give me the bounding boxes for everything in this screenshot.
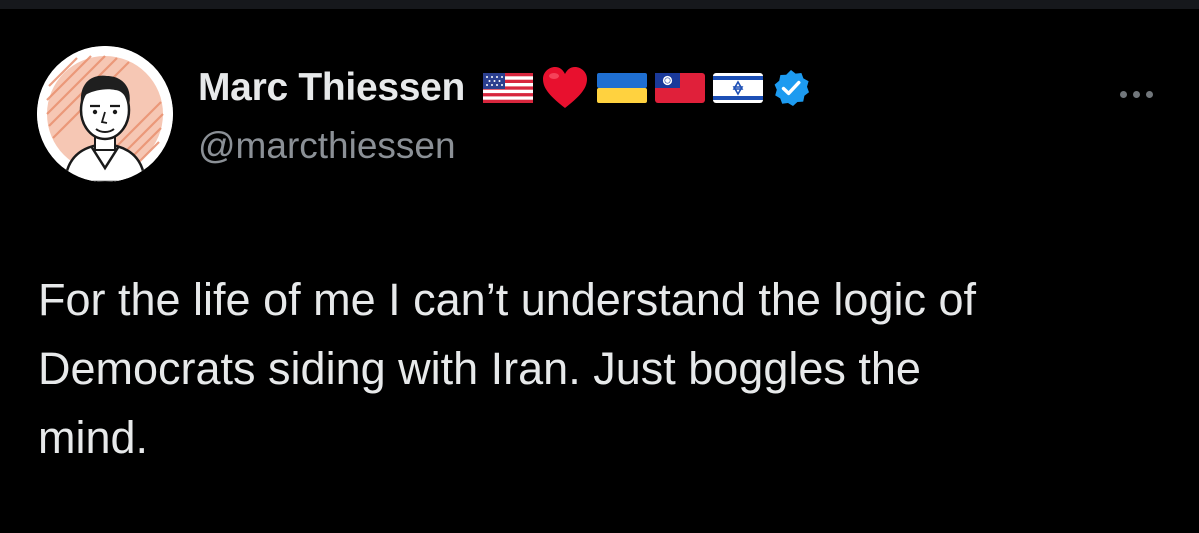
israel-flag-icon [713, 73, 764, 103]
more-dot-icon [1119, 90, 1127, 98]
us-flag-icon [483, 73, 534, 103]
author-name-row: Marc Thiessen [198, 65, 811, 111]
avatar[interactable] [37, 46, 173, 182]
ukraine-flag-icon [597, 73, 648, 103]
more-dot-icon [1145, 90, 1153, 98]
tweet-text: For the life of me I can’t understand th… [38, 274, 977, 463]
author-display-name[interactable]: Marc Thiessen [198, 66, 465, 110]
more-dot-icon [1132, 90, 1140, 98]
author-handle[interactable]: @marcthiessen [198, 125, 456, 167]
verified-badge-icon[interactable] [771, 68, 811, 108]
tweet: Marc Thiessen @marcthiessen For the life… [0, 9, 1199, 533]
top-separator [0, 0, 1199, 9]
more-options-button[interactable] [1108, 79, 1164, 109]
red-heart-icon [543, 67, 588, 108]
taiwan-flag-icon [655, 73, 706, 103]
